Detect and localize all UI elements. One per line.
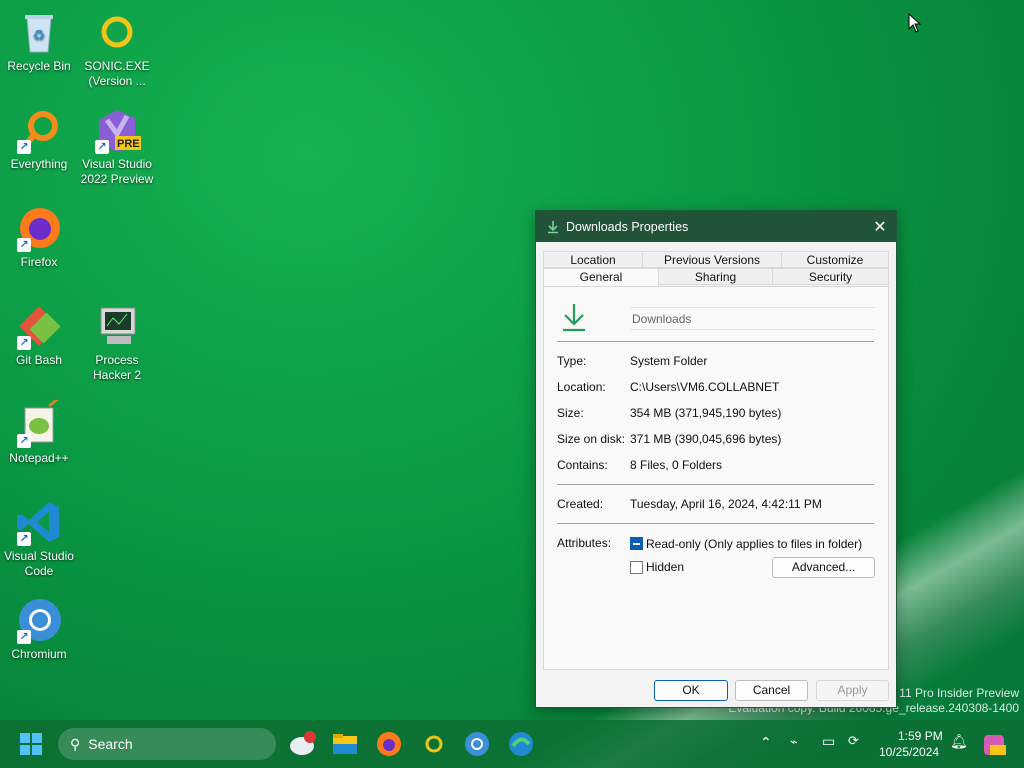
dialog-title: Downloads Properties bbox=[566, 219, 689, 234]
shortcut-arrow-icon: ↗ bbox=[17, 238, 31, 252]
shortcut-arrow-icon: ↗ bbox=[17, 630, 31, 644]
visual-studio-preview-icon: PRE ↗ bbox=[93, 106, 141, 154]
close-icon[interactable]: ✕ bbox=[864, 217, 896, 237]
notification-bell-icon[interactable]: 🔔︎ bbox=[950, 733, 968, 750]
everything-search-icon: ↗ bbox=[15, 106, 63, 154]
tab-sharing[interactable]: Sharing bbox=[658, 268, 773, 285]
size-on-disk-value: 371 MB (390,045,696 bytes) bbox=[630, 432, 782, 446]
tab-previous-versions[interactable]: Previous Versions bbox=[642, 251, 782, 268]
desktop-icon-label: Visual Studio Code bbox=[4, 549, 74, 578]
desktop-icon-label: Notepad++ bbox=[9, 451, 69, 465]
folder-name-field[interactable]: Downloads bbox=[630, 307, 875, 330]
start-button-windows-icon[interactable] bbox=[19, 732, 47, 760]
desktop-icon-process-hacker[interactable]: Process Hacker 2 bbox=[78, 302, 156, 383]
chromium-icon: ↗ bbox=[15, 596, 63, 644]
shortcut-arrow-icon: ↗ bbox=[17, 140, 31, 154]
desktop-icon-label: Visual Studio 2022 Preview bbox=[80, 157, 154, 186]
mouse-cursor-icon bbox=[908, 13, 922, 33]
location-value: C:\Users\VM6.COLLABNET bbox=[630, 380, 780, 394]
copilot-pre-icon[interactable] bbox=[982, 733, 1010, 761]
vscode-icon: ↗ bbox=[15, 498, 63, 546]
network-off-icon[interactable]: ⌁ bbox=[790, 734, 798, 750]
shortcut-arrow-icon: ↗ bbox=[95, 140, 109, 154]
shortcut-arrow-icon: ↗ bbox=[17, 434, 31, 448]
desktop-icon-recycle-bin[interactable]: ♻ Recycle Bin bbox=[0, 8, 78, 74]
widgets-icon[interactable] bbox=[288, 730, 316, 758]
recycle-bin-icon: ♻ bbox=[15, 8, 63, 56]
properties-dialog: Downloads Properties ✕ Location Previous… bbox=[535, 210, 897, 708]
edge-taskbar-icon[interactable] bbox=[507, 730, 535, 758]
watermark-line1: s 11 Pro Insider Preview bbox=[889, 686, 1019, 700]
taskbar-search-box[interactable]: ⚲ Search bbox=[58, 728, 276, 760]
sync-icon[interactable]: ⟳ bbox=[848, 733, 859, 749]
desktop-icon-visual-studio-preview[interactable]: PRE ↗ Visual Studio 2022 Preview bbox=[78, 106, 156, 187]
pre-badge: PRE bbox=[117, 138, 140, 150]
git-bash-icon: ↗ bbox=[15, 302, 63, 350]
readonly-label: Read-only (Only applies to files in fold… bbox=[646, 537, 863, 551]
desktop-icon-label: Process Hacker 2 bbox=[92, 353, 142, 382]
contains-label: Contains: bbox=[557, 458, 608, 472]
type-label: Type: bbox=[557, 354, 587, 368]
sonic-icon bbox=[93, 8, 141, 56]
attributes-label: Attributes: bbox=[557, 536, 612, 550]
desktop-icon-label: SONIC.EXE (Version ... bbox=[84, 59, 150, 88]
created-label: Created: bbox=[557, 497, 604, 511]
contains-value: 8 Files, 0 Folders bbox=[630, 458, 723, 472]
desktop-icon-label: Everything bbox=[10, 157, 68, 171]
clock-date[interactable]: 10/25/2024 bbox=[879, 745, 939, 759]
apply-button[interactable]: Apply bbox=[816, 680, 889, 701]
notepad-plus-plus-icon: ↗ bbox=[15, 396, 63, 448]
svg-text:♻: ♻ bbox=[33, 27, 46, 43]
downloads-large-icon bbox=[563, 304, 585, 332]
desktop-icon-label: Recycle Bin bbox=[7, 59, 71, 73]
desktop-icon-firefox[interactable]: ↗ Firefox bbox=[0, 204, 78, 270]
file-explorer-icon[interactable] bbox=[331, 730, 359, 758]
download-folder-icon bbox=[548, 220, 558, 233]
ok-button[interactable]: OK bbox=[654, 680, 728, 701]
tab-strip: Location Previous Versions Customize Gen… bbox=[543, 251, 889, 288]
tab-security[interactable]: Security bbox=[772, 268, 889, 285]
desktop-icon-vscode[interactable]: ↗ Visual Studio Code bbox=[0, 498, 78, 579]
tab-location[interactable]: Location bbox=[543, 251, 643, 268]
clock-time[interactable]: 1:59 PM bbox=[898, 729, 943, 743]
hidden-label: Hidden bbox=[646, 560, 685, 574]
desktop-icon-chromium[interactable]: ↗ Chromium bbox=[0, 596, 78, 662]
tab-general[interactable]: General bbox=[543, 268, 659, 288]
hidden-checkbox[interactable] bbox=[630, 561, 643, 574]
desktop-icon-label: Firefox bbox=[20, 255, 58, 269]
sonic-taskbar-icon[interactable] bbox=[420, 730, 448, 758]
size-on-disk-label: Size on disk: bbox=[557, 432, 626, 446]
search-placeholder: Search bbox=[88, 736, 133, 752]
size-label: Size: bbox=[557, 406, 584, 420]
shortcut-arrow-icon: ↗ bbox=[17, 336, 31, 350]
readonly-checkbox[interactable] bbox=[630, 537, 643, 550]
location-label: Location: bbox=[557, 380, 606, 394]
separator bbox=[557, 484, 874, 485]
desktop-icon-label: Chromium bbox=[11, 647, 67, 661]
desktop-icon-git-bash[interactable]: ↗ Git Bash bbox=[0, 302, 78, 368]
separator bbox=[557, 341, 874, 342]
separator bbox=[557, 523, 874, 524]
created-value: Tuesday, April 16, 2024, 4:42:11 PM bbox=[630, 497, 822, 511]
desktop-icon-everything[interactable]: ↗ Everything bbox=[0, 106, 78, 172]
type-value: System Folder bbox=[630, 354, 708, 368]
tab-customize[interactable]: Customize bbox=[781, 251, 889, 268]
cancel-button[interactable]: Cancel bbox=[735, 680, 808, 701]
search-icon: ⚲ bbox=[70, 735, 81, 752]
general-tab-panel: Downloads Type: System Folder Location: … bbox=[543, 286, 889, 670]
process-hacker-icon bbox=[93, 302, 141, 350]
desktop-icon-sonic-exe[interactable]: SONIC.EXE (Version ... bbox=[78, 8, 156, 89]
size-value: 354 MB (371,945,190 bytes) bbox=[630, 406, 782, 420]
chevron-up-icon[interactable]: ⌃ bbox=[760, 734, 772, 751]
advanced-button[interactable]: Advanced... bbox=[772, 557, 875, 578]
dialog-titlebar[interactable]: Downloads Properties ✕ bbox=[536, 211, 896, 242]
firefox-icon: ↗ bbox=[15, 204, 63, 252]
chromium-taskbar-icon[interactable] bbox=[463, 730, 491, 758]
monitor-icon[interactable]: ▭ bbox=[822, 733, 835, 750]
firefox-taskbar-icon[interactable] bbox=[375, 730, 403, 758]
taskbar: ⚲ Search ⌃ ⌁ ▭ ⟳ 1:59 PM 10/25/2024 🔔︎ bbox=[0, 720, 1024, 768]
desktop-icon-label: Git Bash bbox=[15, 353, 63, 367]
shortcut-arrow-icon: ↗ bbox=[17, 532, 31, 546]
desktop-icon-notepad-plus-plus[interactable]: ↗ Notepad++ bbox=[0, 396, 78, 466]
